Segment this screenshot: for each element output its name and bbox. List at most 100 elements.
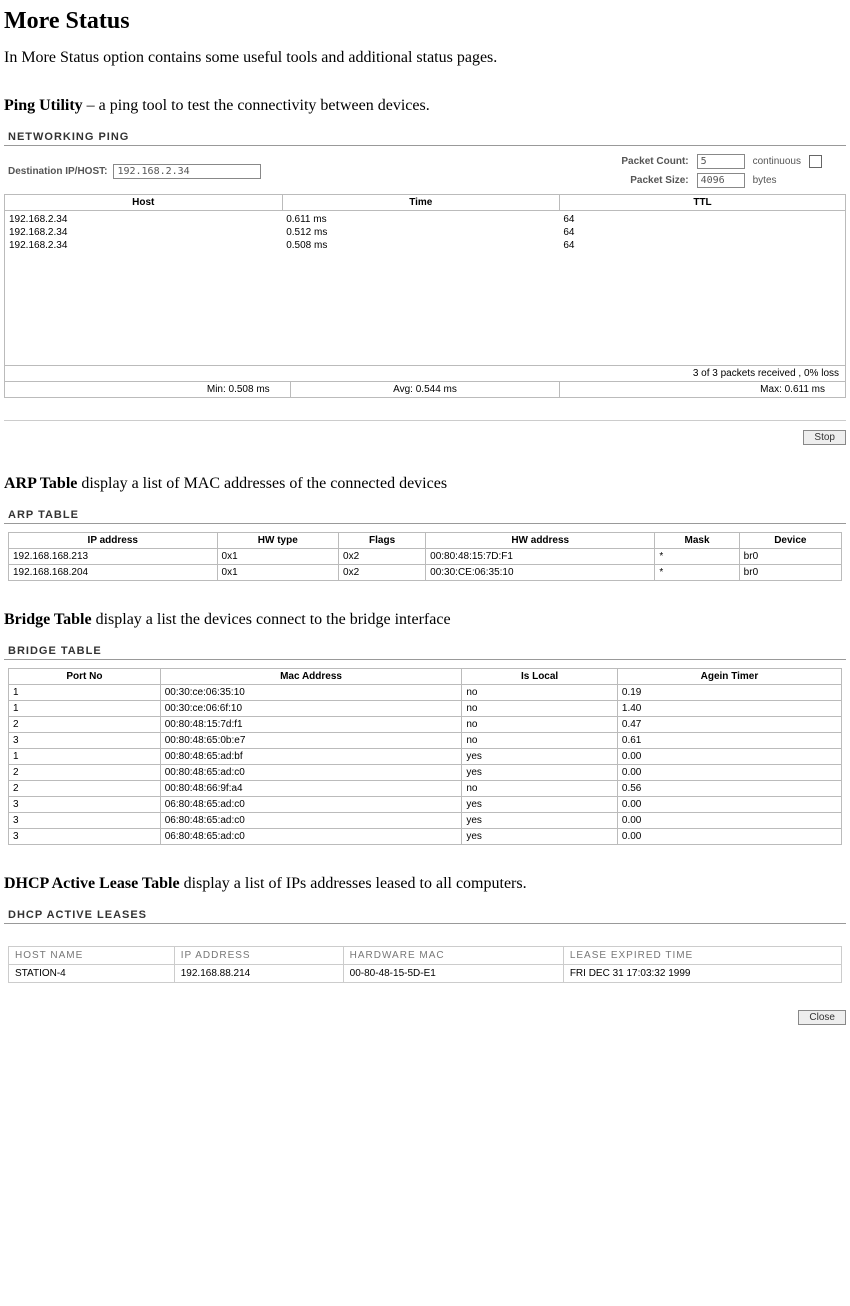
ping-stats: Min: 0.508 ms Avg: 0.544 ms Max: 0.611 m… bbox=[4, 382, 846, 398]
dhcp-heading-rest: display a list of IPs addresses leased t… bbox=[180, 875, 527, 892]
table-row: 306:80:48:65:ad:c0yes0.00 bbox=[9, 813, 842, 829]
cell: 0.512 ms bbox=[282, 226, 559, 239]
arp-panel: ARP TABLE IP addressHW typeFlagsHW addre… bbox=[4, 505, 846, 581]
cell: 64 bbox=[559, 226, 845, 239]
cell: no bbox=[462, 733, 618, 749]
cell: no bbox=[462, 717, 618, 733]
col-header: HARDWARE MAC bbox=[343, 947, 563, 965]
bridge-panel-title: BRIDGE TABLE bbox=[4, 641, 846, 659]
cell: 0.611 ms bbox=[282, 213, 559, 226]
cell: 1 bbox=[9, 685, 161, 701]
cell: 3 bbox=[9, 733, 161, 749]
ping-heading-bold: Ping Utility bbox=[4, 97, 83, 114]
close-button[interactable]: Close bbox=[798, 1010, 846, 1025]
col-header: HW address bbox=[426, 533, 655, 549]
col-header: Is Local bbox=[462, 669, 618, 685]
cell: 192.168.88.214 bbox=[174, 965, 343, 983]
cell: 0.47 bbox=[617, 717, 841, 733]
cell: 06:80:48:65:ad:c0 bbox=[160, 797, 462, 813]
cell: 00:30:ce:06:35:10 bbox=[160, 685, 462, 701]
ping-summary: 3 of 3 packets received , 0% loss bbox=[4, 366, 846, 382]
cell: 1 bbox=[9, 749, 161, 765]
cell: 0.00 bbox=[617, 749, 841, 765]
stop-button[interactable]: Stop bbox=[803, 430, 846, 445]
cell: 192.168.2.34 bbox=[5, 213, 282, 226]
cell: 00:80:48:65:ad:bf bbox=[160, 749, 462, 765]
cell: no bbox=[462, 781, 618, 797]
continuous-label: continuous bbox=[753, 156, 801, 167]
dhcp-heading: DHCP Active Lease Table display a list o… bbox=[4, 875, 846, 893]
cell: 2 bbox=[9, 781, 161, 797]
table-row: 192.168.168.2040x10x200:30:CE:06:35:10*b… bbox=[9, 565, 842, 581]
table-row: 300:80:48:65:0b:e7no0.61 bbox=[9, 733, 842, 749]
table-row: 192.168.2.340.611 ms64 bbox=[5, 213, 845, 226]
cell: br0 bbox=[739, 565, 841, 581]
cell: br0 bbox=[739, 549, 841, 565]
dest-input[interactable]: 192.168.2.34 bbox=[113, 164, 261, 179]
cell: 00:80:48:65:ad:c0 bbox=[160, 765, 462, 781]
table-row: 200:80:48:15:7d:f1no0.47 bbox=[9, 717, 842, 733]
cell: 00:80:48:65:0b:e7 bbox=[160, 733, 462, 749]
cell: 192.168.2.34 bbox=[5, 226, 282, 239]
cell: * bbox=[655, 565, 739, 581]
cell: 0.00 bbox=[617, 829, 841, 845]
cell: FRI DEC 31 17:03:32 1999 bbox=[563, 965, 841, 983]
ping-panel-title: NETWORKING PING bbox=[4, 127, 846, 145]
col-header: Port No bbox=[9, 669, 161, 685]
arp-table: IP addressHW typeFlagsHW addressMaskDevi… bbox=[8, 532, 842, 581]
col-header: Agein Timer bbox=[617, 669, 841, 685]
continuous-checkbox[interactable] bbox=[809, 155, 822, 168]
col-header: HOST NAME bbox=[9, 947, 175, 965]
cell: 00:80:48:15:7d:f1 bbox=[160, 717, 462, 733]
cell: yes bbox=[462, 749, 618, 765]
table-row: 192.168.168.2130x10x200:80:48:15:7D:F1*b… bbox=[9, 549, 842, 565]
packet-size-label: Packet Size: bbox=[621, 175, 688, 186]
ping-max: Max: 0.611 ms bbox=[560, 382, 845, 397]
cell: 2 bbox=[9, 717, 161, 733]
cell: 0.61 bbox=[617, 733, 841, 749]
dest-label: Destination IP/HOST: bbox=[8, 166, 107, 177]
cell: 0x1 bbox=[217, 565, 339, 581]
col-header: Device bbox=[739, 533, 841, 549]
cell: 0.00 bbox=[617, 765, 841, 781]
cell: yes bbox=[462, 813, 618, 829]
cell: 0.00 bbox=[617, 797, 841, 813]
table-row: 192.168.2.340.512 ms64 bbox=[5, 226, 845, 239]
cell: 3 bbox=[9, 829, 161, 845]
dhcp-heading-bold: DHCP Active Lease Table bbox=[4, 875, 180, 892]
arp-heading-rest: display a list of MAC addresses of the c… bbox=[77, 475, 447, 492]
table-row: 200:80:48:66:9f:a4no0.56 bbox=[9, 781, 842, 797]
bridge-panel: BRIDGE TABLE Port NoMac AddressIs LocalA… bbox=[4, 641, 846, 845]
table-row: 200:80:48:65:ad:c0yes0.00 bbox=[9, 765, 842, 781]
cell: 06:80:48:65:ad:c0 bbox=[160, 829, 462, 845]
table-row: 306:80:48:65:ad:c0yes0.00 bbox=[9, 829, 842, 845]
cell: 00:80:48:15:7D:F1 bbox=[426, 549, 655, 565]
cell: no bbox=[462, 701, 618, 717]
col-header: Mac Address bbox=[160, 669, 462, 685]
cell: 06:80:48:65:ad:c0 bbox=[160, 813, 462, 829]
packet-count-input[interactable]: 5 bbox=[697, 154, 745, 169]
bytes-label: bytes bbox=[753, 175, 801, 186]
cell: yes bbox=[462, 765, 618, 781]
bridge-heading: Bridge Table display a list the devices … bbox=[4, 611, 846, 629]
table-row: 100:30:ce:06:6f:10no1.40 bbox=[9, 701, 842, 717]
packet-size-input[interactable]: 4096 bbox=[697, 173, 745, 188]
col-header: LEASE EXPIRED TIME bbox=[563, 947, 841, 965]
cell: 0x2 bbox=[339, 549, 426, 565]
cell: yes bbox=[462, 829, 618, 845]
cell: 1 bbox=[9, 701, 161, 717]
ping-panel: NETWORKING PING Destination IP/HOST: 192… bbox=[4, 127, 846, 445]
ping-result-header: Host Time TTL bbox=[4, 194, 846, 211]
col-time: Time bbox=[282, 195, 560, 211]
table-row: 100:80:48:65:ad:bfyes0.00 bbox=[9, 749, 842, 765]
ping-heading: Ping Utility – a ping tool to test the c… bbox=[4, 97, 846, 115]
cell: 2 bbox=[9, 765, 161, 781]
cell: 0.00 bbox=[617, 813, 841, 829]
cell: 192.168.2.34 bbox=[5, 239, 282, 252]
cell: 00:30:CE:06:35:10 bbox=[426, 565, 655, 581]
intro-text: In More Status option contains some usef… bbox=[4, 49, 846, 67]
table-row: 192.168.2.340.508 ms64 bbox=[5, 239, 845, 252]
dhcp-panel: DHCP ACTIVE LEASES HOST NAMEIP ADDRESSHA… bbox=[4, 905, 846, 1025]
page-title: More Status bbox=[4, 8, 846, 35]
ping-avg: Avg: 0.544 ms bbox=[291, 382, 561, 397]
